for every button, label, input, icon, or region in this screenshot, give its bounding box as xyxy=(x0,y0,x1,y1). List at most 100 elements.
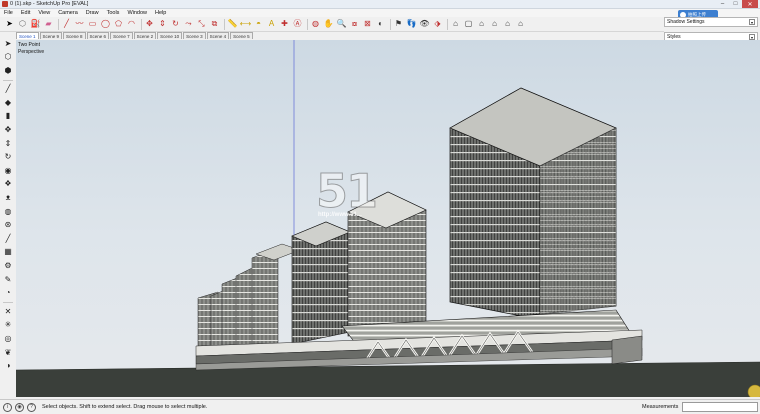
tab-scene-4[interactable]: Scene 4 xyxy=(206,32,230,39)
tab-scene-7[interactable]: Scene 7 xyxy=(110,32,133,39)
rotate-icon[interactable]: ↻ xyxy=(170,19,181,30)
component-icon[interactable]: ⬢ xyxy=(2,64,14,76)
offset-icon[interactable]: ⧉ xyxy=(209,19,220,30)
orbit-icon[interactable]: ◍ xyxy=(310,19,321,30)
tab-scene-1[interactable]: Scene 1 xyxy=(16,32,39,39)
make-component-icon[interactable]: ⬡ xyxy=(17,19,28,30)
measurements-label: Measurements xyxy=(642,404,679,410)
follow-me-icon[interactable]: ⤳ xyxy=(183,19,194,30)
zoom-extents-icon[interactable]: ◎ xyxy=(2,332,14,344)
circle-icon[interactable]: ▮ xyxy=(2,110,14,122)
close-icon[interactable]: ✕ xyxy=(742,0,758,8)
info-icon[interactable]: i xyxy=(3,402,12,412)
paint-icon[interactable]: ᴥ xyxy=(2,192,14,204)
walk-icon[interactable]: ❦ xyxy=(2,346,14,358)
eraser-icon[interactable]: ▰ xyxy=(43,19,54,30)
freehand-icon[interactable]: 〰 xyxy=(74,19,85,30)
minimize-icon[interactable]: – xyxy=(716,0,729,8)
maximize-icon[interactable]: □ xyxy=(729,0,742,8)
paint-bucket-icon[interactable]: ⛽ xyxy=(30,19,41,30)
position-camera-icon[interactable]: ⚑ xyxy=(393,19,404,30)
menu-edit[interactable]: Edit xyxy=(17,10,34,16)
select-arrow-icon[interactable]: ➤ xyxy=(2,37,14,49)
tab-scene-2[interactable]: Scene 2 xyxy=(133,32,157,39)
section-plane-icon[interactable]: ⬗ xyxy=(432,19,443,30)
text-icon[interactable]: ◔ xyxy=(2,287,14,299)
menu-view[interactable]: View xyxy=(34,10,54,16)
push-pull-icon[interactable]: ⇕ xyxy=(157,19,168,30)
zoom-extents-icon[interactable]: ⊠ xyxy=(362,19,373,30)
menu-file[interactable]: File xyxy=(0,10,17,16)
orbit-icon[interactable]: ◍ xyxy=(2,205,14,217)
3d-text-icon[interactable]: Ⓐ xyxy=(292,19,303,30)
shadow-settings-tray[interactable]: Shadow Settings ▾ xyxy=(664,17,758,27)
front-view-icon[interactable]: ⌂ xyxy=(476,19,487,30)
tape-measure-icon[interactable]: ⊛ xyxy=(2,219,14,231)
pan-icon[interactable]: ✕ xyxy=(2,305,14,317)
status-bar: i ◉ ? Select objects. Shift to extend se… xyxy=(0,399,760,414)
back-view-icon[interactable]: ⌂ xyxy=(502,19,513,30)
tab-scene-9[interactable]: Scene 9 xyxy=(39,32,63,39)
shadow-settings-label: Shadow Settings xyxy=(667,19,705,25)
push-pull-icon[interactable]: ⇕ xyxy=(2,137,14,149)
line-icon[interactable]: ╱ xyxy=(61,19,72,30)
look-around-icon[interactable]: 👁 xyxy=(419,19,430,30)
move-icon[interactable]: ✥ xyxy=(144,19,155,30)
help-icon[interactable]: ? xyxy=(27,402,36,412)
tape-measure-icon[interactable]: 📏 xyxy=(227,19,238,30)
zoom-icon[interactable]: ✳ xyxy=(2,319,14,331)
measurements-input[interactable] xyxy=(682,402,758,412)
top-view-icon[interactable]: ▢ xyxy=(463,19,474,30)
iso-view-icon[interactable]: ⌂ xyxy=(450,19,461,30)
text-icon[interactable]: A xyxy=(266,19,277,30)
tray-collapse-icon[interactable]: ▾ xyxy=(749,19,755,25)
dimension-icon[interactable]: ⟷ xyxy=(240,19,251,30)
tab-scene-10[interactable]: Scene 10 xyxy=(157,32,183,39)
pan-icon[interactable]: ✋ xyxy=(323,19,334,30)
toolbar-separator xyxy=(224,18,225,30)
main-tower xyxy=(449,87,617,317)
right-view-icon[interactable]: ⌂ xyxy=(489,19,500,30)
menu-camera[interactable]: Camera xyxy=(54,10,82,16)
circle-icon[interactable]: ◯ xyxy=(100,19,111,30)
rectangle-icon[interactable]: ◆ xyxy=(2,96,14,108)
arc-icon[interactable]: ◠ xyxy=(126,19,137,30)
gear-icon[interactable]: ⚙ xyxy=(2,260,14,272)
make-component-icon[interactable]: ⬡ xyxy=(2,51,14,63)
menu-window[interactable]: Window xyxy=(123,10,151,16)
toolbar-separator xyxy=(447,18,448,30)
toolbar-separator xyxy=(58,18,59,30)
zoom-icon[interactable]: 🔍 xyxy=(336,19,347,30)
offset-icon[interactable]: ❖ xyxy=(2,178,14,190)
grid-icon[interactable]: ▦ xyxy=(2,246,14,258)
previous-view-icon[interactable]: ◐ xyxy=(375,19,386,30)
select-arrow-icon[interactable]: ➤ xyxy=(4,19,15,30)
zoom-window-icon[interactable]: ⧇ xyxy=(349,19,360,30)
scene-tabs: Scene 1 Scene 9 Scene 8 Scene 6 Scene 7 … xyxy=(16,32,254,40)
pen-icon[interactable]: ✎ xyxy=(2,273,14,285)
drawing-viewport[interactable]: Two Point Perspective 51 http://www.51..… xyxy=(16,40,760,397)
move-icon[interactable]: ✥ xyxy=(2,124,14,136)
polygon-icon[interactable]: ⬠ xyxy=(113,19,124,30)
tab-scene-3[interactable]: Scene 3 xyxy=(183,32,206,39)
scale-icon[interactable]: ◉ xyxy=(2,164,14,176)
tab-scene-8[interactable]: Scene 8 xyxy=(63,32,86,39)
tab-scene-5[interactable]: Scene 5 xyxy=(230,32,253,39)
protractor-icon[interactable]: ◓ xyxy=(253,19,264,30)
look-around-icon[interactable]: ◑ xyxy=(2,360,14,372)
rotate-icon[interactable]: ↻ xyxy=(2,151,14,163)
scale-icon[interactable]: ⤡ xyxy=(196,19,207,30)
building-model-drawing xyxy=(16,40,760,397)
geo-location-icon[interactable]: ◉ xyxy=(15,402,24,412)
menu-help[interactable]: Help xyxy=(151,10,170,16)
tab-scene-6[interactable]: Scene 6 xyxy=(86,32,110,39)
line-icon[interactable]: ╱ xyxy=(2,83,14,95)
left-view-icon[interactable]: ⌂ xyxy=(515,19,526,30)
menu-tools[interactable]: Tools xyxy=(103,10,124,16)
rectangle-icon[interactable]: ▭ xyxy=(87,19,98,30)
toolbar-separator xyxy=(3,79,13,81)
axes-icon[interactable]: ✚ xyxy=(279,19,290,30)
menu-draw[interactable]: Draw xyxy=(82,10,103,16)
walk-icon[interactable]: 👣 xyxy=(406,19,417,30)
dimension-icon[interactable]: ╱ xyxy=(2,232,14,244)
